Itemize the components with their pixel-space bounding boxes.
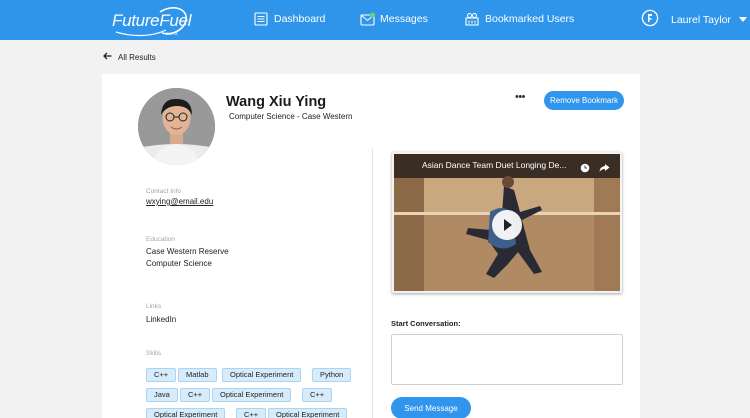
- linkedin-link[interactable]: LinkedIn: [146, 314, 176, 326]
- nav-bookmarked-users[interactable]: Bookmarked Users: [465, 10, 574, 28]
- more-options-icon[interactable]: •••: [513, 92, 527, 104]
- start-conversation-label: Start Conversation:: [391, 319, 461, 328]
- chevron-down-icon[interactable]: [738, 17, 747, 22]
- user-menu[interactable]: Laurel Taylor: [641, 9, 747, 30]
- skill-tag: C++: [146, 368, 177, 382]
- contact-info-label: Contact Info: [146, 188, 182, 195]
- skill-tag: Optical Experiment: [222, 368, 302, 382]
- column-divider: [372, 148, 373, 418]
- skill-tag: Java: [146, 388, 178, 402]
- video-title: Asian Dance Team Duet Longing De...: [422, 160, 567, 170]
- education-label: Education: [146, 236, 175, 243]
- video-player[interactable]: Asian Dance Team Duet Longing De...: [392, 152, 622, 293]
- messages-icon: [360, 12, 376, 26]
- nav-messages-label: Messages: [380, 13, 428, 25]
- play-button-icon[interactable]: [492, 210, 522, 240]
- futurefuel-logo[interactable]: FutureFuel BETA: [112, 6, 192, 37]
- back-link-label: All Results: [118, 52, 156, 62]
- share-icon[interactable]: [599, 160, 610, 178]
- skill-tag: C++: [302, 388, 333, 402]
- skill-tag: Python: [312, 368, 352, 382]
- logo-beta-badge: BETA: [166, 31, 179, 36]
- skill-tag: Optical Experiment: [268, 408, 348, 418]
- education-school: Case Western Reserve: [146, 247, 229, 256]
- profile-subtitle: Computer Science - Case Western: [229, 112, 353, 121]
- nav-messages[interactable]: Messages: [360, 10, 428, 28]
- skill-tag: Matlab: [178, 368, 217, 382]
- nav-dashboard[interactable]: Dashboard: [254, 10, 325, 28]
- profile-name: Wang Xiu Ying: [226, 94, 327, 110]
- dashboard-icon: [254, 12, 268, 26]
- back-to-results-link[interactable]: All Results: [103, 52, 156, 62]
- profile-card: Wang Xiu Ying Computer Science - Case We…: [102, 74, 640, 418]
- skills-label: Skills: [146, 350, 162, 357]
- send-message-button[interactable]: Send Message: [391, 397, 471, 418]
- arrow-left-icon: [103, 52, 112, 62]
- top-nav-bar: FutureFuel BETA Dashboard Messages Bookm…: [0, 0, 750, 40]
- remove-bookmark-button[interactable]: Remove Bookmark: [544, 91, 624, 110]
- bookmarked-users-icon: [465, 12, 479, 26]
- user-name: Laurel Taylor: [671, 13, 731, 26]
- message-input[interactable]: [391, 334, 623, 385]
- skill-tag: C++: [236, 408, 267, 418]
- nav-dashboard-label: Dashboard: [274, 13, 326, 25]
- profile-photo: [138, 88, 215, 165]
- skill-tag: Optical Experiment: [146, 408, 226, 418]
- clock-icon[interactable]: [580, 160, 590, 178]
- contact-email-link[interactable]: wxying@email.edu: [146, 196, 213, 208]
- skill-tag: Optical Experiment: [212, 388, 292, 402]
- skill-tag: C++: [180, 388, 211, 402]
- nav-bookmarked-users-label: Bookmarked Users: [485, 13, 575, 25]
- links-label: Links: [146, 303, 162, 310]
- user-avatar-icon: [641, 9, 659, 30]
- logo-wordmark: FutureFuel: [112, 11, 192, 30]
- education-major: Computer Science: [146, 259, 212, 268]
